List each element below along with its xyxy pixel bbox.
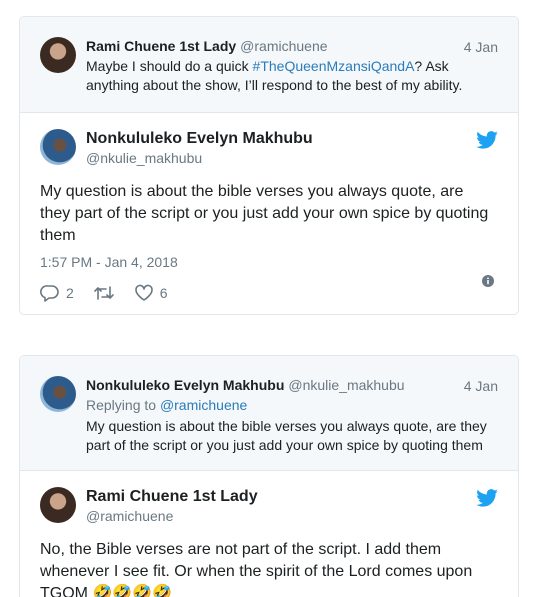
tweet-date[interactable]: 4 Jan: [464, 378, 498, 394]
twitter-bird-icon[interactable]: [476, 489, 498, 507]
parent-tweet-text: My question is about the bible verses yo…: [86, 418, 487, 453]
tweet-date[interactable]: 4 Jan: [464, 39, 498, 55]
avatar[interactable]: [40, 37, 76, 73]
reply-button[interactable]: 2: [40, 284, 74, 302]
embedded-tweet-card: Rami Chuene 1st Lady @ramichuene 4 Jan M…: [19, 16, 519, 315]
tweet-text-part: Maybe I should do a quick: [86, 58, 253, 74]
parent-tweet[interactable]: Nonkululeko Evelyn Makhubu @nkulie_makhu…: [20, 356, 518, 471]
info-icon[interactable]: [482, 275, 494, 287]
main-tweet: Nonkululeko Evelyn Makhubu @nkulie_makhu…: [20, 113, 518, 303]
retweet-button[interactable]: [93, 284, 114, 302]
reply-icon: [40, 285, 59, 302]
parent-tweet[interactable]: Rami Chuene 1st Lady @ramichuene 4 Jan M…: [20, 17, 518, 113]
replying-to: Replying to @ramichuene: [86, 396, 498, 415]
author-name[interactable]: Nonkululeko Evelyn Makhubu: [86, 129, 498, 149]
author-handle[interactable]: @ramichuene: [86, 507, 498, 525]
parent-tweet-header: Nonkululeko Evelyn Makhubu @nkulie_makhu…: [86, 376, 498, 394]
main-tweet: Rami Chuene 1st Lady @ramichuene No, the…: [20, 471, 518, 597]
avatar[interactable]: [40, 129, 76, 165]
author-handle[interactable]: @nkulie_makhubu: [288, 376, 404, 394]
author-name[interactable]: Nonkululeko Evelyn Makhubu: [86, 376, 284, 394]
parent-tweet-text: Maybe I should do a quick #TheQueenMzans…: [86, 57, 498, 95]
hashtag-link[interactable]: #TheQueenMzansiQandA: [253, 58, 415, 74]
author-handle[interactable]: @nkulie_makhubu: [86, 149, 498, 167]
like-icon: [134, 284, 153, 301]
tweet-text: My question is about the bible verses yo…: [40, 183, 489, 244]
main-tweet-header: Rami Chuene 1st Lady @ramichuene: [86, 487, 498, 525]
avatar[interactable]: [40, 376, 76, 412]
avatar[interactable]: [40, 487, 76, 523]
replying-prefix: Replying to: [86, 397, 160, 413]
author-name[interactable]: Rami Chuene 1st Lady: [86, 487, 498, 507]
author-handle[interactable]: @ramichuene: [240, 37, 327, 55]
parent-tweet-header: Rami Chuene 1st Lady @ramichuene: [86, 37, 498, 55]
mention-link[interactable]: @ramichuene: [160, 397, 247, 413]
author-name[interactable]: Rami Chuene 1st Lady: [86, 37, 236, 55]
like-button[interactable]: 6: [134, 284, 168, 302]
tweet-text: No, the Bible verses are not part of the…: [40, 541, 473, 597]
like-count: 6: [159, 285, 168, 301]
twitter-bird-icon[interactable]: [476, 131, 498, 149]
embedded-tweet-card: Nonkululeko Evelyn Makhubu @nkulie_makhu…: [19, 355, 519, 597]
tweet-actions: 2 6: [40, 283, 498, 303]
main-tweet-header: Nonkululeko Evelyn Makhubu @nkulie_makhu…: [86, 129, 498, 167]
tweet-timestamp[interactable]: 1:57 PM - Jan 4, 2018: [40, 253, 498, 271]
retweet-icon: [93, 286, 114, 300]
reply-count: 2: [66, 285, 74, 301]
